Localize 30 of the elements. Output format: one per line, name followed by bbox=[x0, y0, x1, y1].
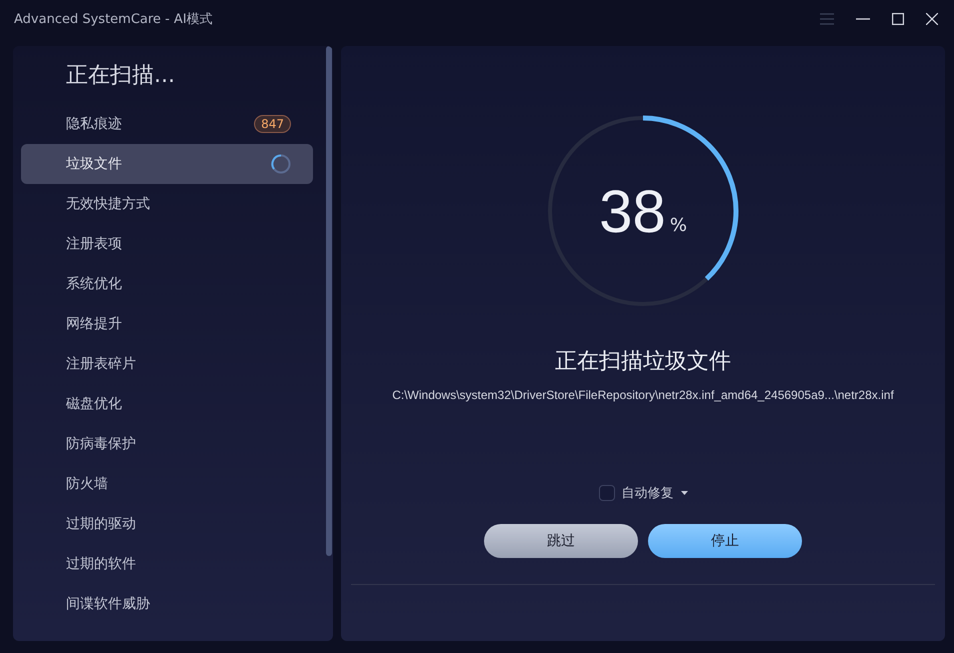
caret-icon[interactable] bbox=[680, 491, 688, 495]
sidebar-item[interactable]: 过期的驱动 bbox=[21, 504, 313, 544]
window-title: Advanced SystemCare - AI模式 bbox=[14, 11, 213, 28]
sidebar-item[interactable]: 防病毒保护 bbox=[21, 424, 313, 464]
sidebar-item[interactable]: 无效快捷方式 bbox=[21, 184, 313, 224]
scan-heading: 正在扫描... bbox=[65, 62, 176, 90]
scrollbar[interactable] bbox=[326, 46, 332, 556]
file-path: C:\Windows\system32\DriverStore\FileRepository\netr28x.inf_amd64_2456905a9...\netr28x.inf bbox=[392, 388, 894, 402]
sidebar-item[interactable]: 过期的软件 bbox=[21, 544, 313, 584]
skip-button[interactable]: 跳过 bbox=[484, 524, 638, 558]
stop-button[interactable]: 停止 bbox=[648, 524, 802, 558]
sidebar-item[interactable]: 垃圾文件 bbox=[21, 144, 313, 184]
close-icon[interactable] bbox=[926, 13, 938, 25]
sidebar-item[interactable]: 网络提升 bbox=[21, 304, 313, 344]
progress-value: 38 bbox=[599, 176, 666, 246]
sidebar-item[interactable]: 系统优化 bbox=[21, 264, 313, 304]
checkbox[interactable] bbox=[598, 485, 614, 501]
minimize-icon[interactable] bbox=[856, 18, 870, 20]
sidebar-item[interactable]: 注册表碎片 bbox=[21, 344, 313, 384]
spinner-icon bbox=[271, 154, 291, 174]
sidebar-item[interactable]: 隐私痕迹 847 bbox=[21, 104, 313, 144]
sidebar-item[interactable]: 注册表项 bbox=[21, 224, 313, 264]
percent-unit: % bbox=[670, 214, 687, 236]
count-badge: 847 bbox=[254, 115, 291, 133]
auto-fix-label[interactable]: 自动修复 bbox=[622, 484, 674, 502]
maximize-icon[interactable] bbox=[892, 13, 904, 25]
sidebar-item[interactable]: 防火墙 bbox=[21, 464, 313, 504]
sidebar-item[interactable]: 间谍软件威胁 bbox=[21, 584, 313, 624]
sidebar-item[interactable]: 磁盘优化 bbox=[21, 384, 313, 424]
scan-status-title: 正在扫描垃圾文件 bbox=[555, 348, 731, 376]
